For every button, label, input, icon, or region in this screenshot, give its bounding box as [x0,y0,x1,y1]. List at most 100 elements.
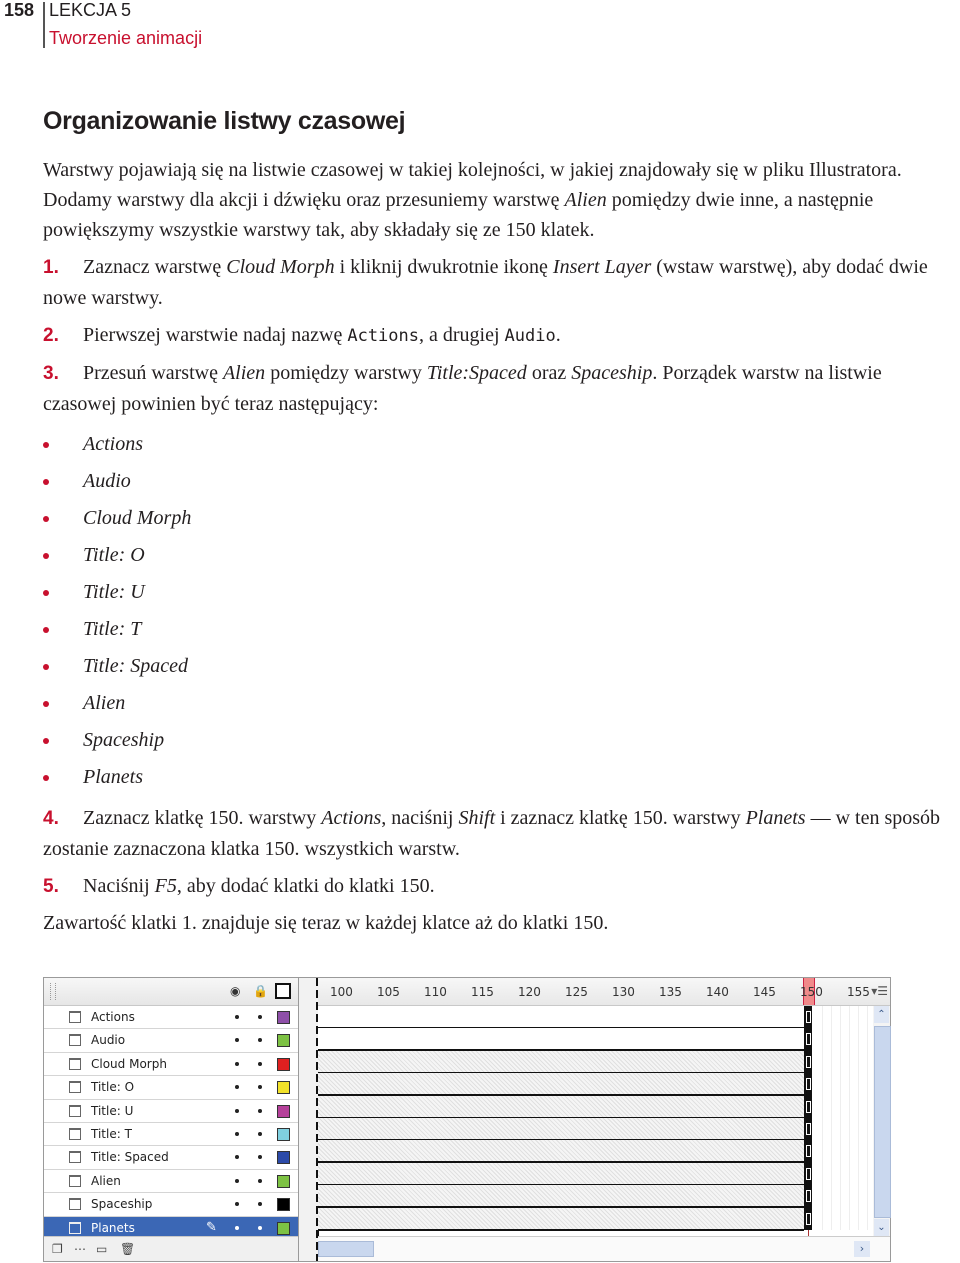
horizontal-scrollbar[interactable]: › [318,1236,890,1261]
vertical-scrollbar[interactable]: ⌃ ⌄ [873,1006,891,1236]
lock-dot[interactable] [258,1061,262,1066]
visibility-dot[interactable] [235,1225,239,1230]
text-italic: Spaceship [571,362,653,384]
end-frame-marker[interactable] [804,1185,812,1208]
ruler-tick-label: 135 [659,985,682,999]
step-4: 4. Zaznacz klatkę 150. warstwy Actions, n… [43,803,958,864]
visibility-dot[interactable] [235,1202,239,1207]
layer-row[interactable]: Title: Spaced [44,1146,298,1170]
visibility-dot[interactable] [235,1108,239,1113]
layer-row[interactable]: Spaceship [44,1193,298,1217]
lock-dot[interactable] [258,1038,262,1043]
header-divider [43,2,45,48]
layer-color-swatch[interactable] [277,1198,290,1212]
layer-name[interactable]: Title: T [91,1123,132,1145]
lock-dot[interactable] [258,1108,262,1113]
layer-color-swatch[interactable] [277,1151,290,1165]
scroll-down-icon[interactable]: ⌄ [874,1219,889,1236]
layer-name[interactable]: Alien [91,1170,121,1192]
lock-dot[interactable] [258,1015,262,1019]
list-item: Spaceship [43,722,958,759]
text: . [555,324,561,346]
visibility-dot[interactable] [235,1131,239,1136]
layer-row[interactable]: Actions [44,1006,298,1030]
lock-dot[interactable] [258,1178,262,1183]
layer-name[interactable]: Cloud Morph [91,1053,167,1075]
lock-dot[interactable] [258,1085,262,1090]
eye-icon[interactable]: ◉ [230,984,240,998]
text: , naciśnij [381,807,459,829]
bullet [43,479,49,485]
scroll-thumb[interactable] [874,1026,891,1218]
bullet [43,701,49,707]
frame-span[interactable] [318,1207,804,1231]
visibility-dot[interactable] [235,1015,239,1019]
layer-color-swatch[interactable] [277,1174,290,1188]
end-frame-marker[interactable] [804,1118,812,1141]
layer-name[interactable]: Title: O [91,1076,134,1098]
layer-name[interactable]: Title: Spaced [91,1146,169,1168]
layer-name[interactable]: Spaceship [91,1193,152,1215]
end-frame-marker[interactable] [804,1140,812,1163]
lock-dot[interactable] [258,1131,262,1136]
end-frame-marker[interactable] [804,1050,812,1074]
panel-grip[interactable] [50,983,56,1000]
end-frame-marker[interactable] [804,1073,812,1096]
layer-row[interactable]: Audio [44,1029,298,1053]
layer-color-swatch[interactable] [277,1127,290,1141]
new-folder-icon[interactable]: ▭ [96,1242,107,1256]
visibility-dot[interactable] [235,1085,239,1090]
visibility-dot[interactable] [235,1038,239,1043]
lock-dot[interactable] [258,1155,262,1160]
scroll-thumb[interactable] [318,1241,374,1257]
scroll-right-icon[interactable]: › [854,1241,870,1257]
frame-span[interactable] [318,1028,804,1052]
text-italic: Cloud Morph [226,256,335,278]
visibility-dot[interactable] [235,1061,239,1066]
layer-color-swatch[interactable] [277,1011,290,1024]
visibility-dot[interactable] [235,1178,239,1183]
frame-span[interactable] [318,1118,804,1141]
end-frame-marker[interactable] [804,1095,812,1118]
new-layer-icon[interactable]: ❐ [52,1242,63,1256]
delete-icon[interactable]: 🗑 [120,1242,135,1256]
layer-color-swatch[interactable] [277,1081,290,1095]
motion-guide-icon[interactable]: ⋯ [74,1242,86,1256]
lock-icon[interactable]: 🔒 [253,984,268,998]
layer-color-swatch[interactable] [277,1034,290,1048]
step-number: 5. [43,876,59,897]
frame-ruler[interactable]: ▾☰ 100 105 110 115 120 125 130 135 140 145 150 155 [318,978,890,1006]
frame-span[interactable] [318,1162,804,1186]
end-frame-marker[interactable] [804,1207,812,1230]
outline-icon[interactable] [275,983,291,999]
scroll-up-icon[interactable]: ⌃ [874,1006,889,1023]
frame-span[interactable] [318,1006,804,1029]
text: , a drugiej [419,324,505,346]
layer-color-swatch[interactable] [277,1057,290,1071]
layer-row[interactable]: Alien [44,1169,298,1194]
end-frame-marker[interactable] [804,1162,812,1186]
layer-color-swatch[interactable] [277,1104,290,1118]
frame-span[interactable] [318,1050,804,1074]
frame-span[interactable] [318,1185,804,1209]
visibility-dot[interactable] [235,1155,239,1160]
intro-paragraph: Warstwy pojawiają się na listwie czasowe… [43,155,958,245]
end-frame-marker[interactable] [804,1028,812,1051]
layer-row[interactable]: Cloud Morph [44,1052,298,1077]
panel-menu-icon[interactable]: ▾☰ [871,984,888,998]
lock-dot[interactable] [258,1225,262,1230]
layer-row[interactable]: Title: O [44,1076,298,1100]
layer-name[interactable]: Title: U [91,1100,133,1122]
bullet [43,516,49,522]
layer-name[interactable]: Audio [91,1029,125,1051]
layer-row[interactable]: Title: U [44,1099,298,1123]
end-frame-marker[interactable] [804,1006,812,1029]
frame-span[interactable] [318,1095,804,1119]
layer-name[interactable]: Actions [91,1006,135,1028]
step-number: 4. [43,808,59,829]
frame-span[interactable] [318,1140,804,1164]
layer-color-swatch[interactable] [277,1221,290,1235]
frame-span[interactable] [318,1073,804,1097]
lock-dot[interactable] [258,1202,262,1207]
layer-row[interactable]: Title: T [44,1122,298,1147]
